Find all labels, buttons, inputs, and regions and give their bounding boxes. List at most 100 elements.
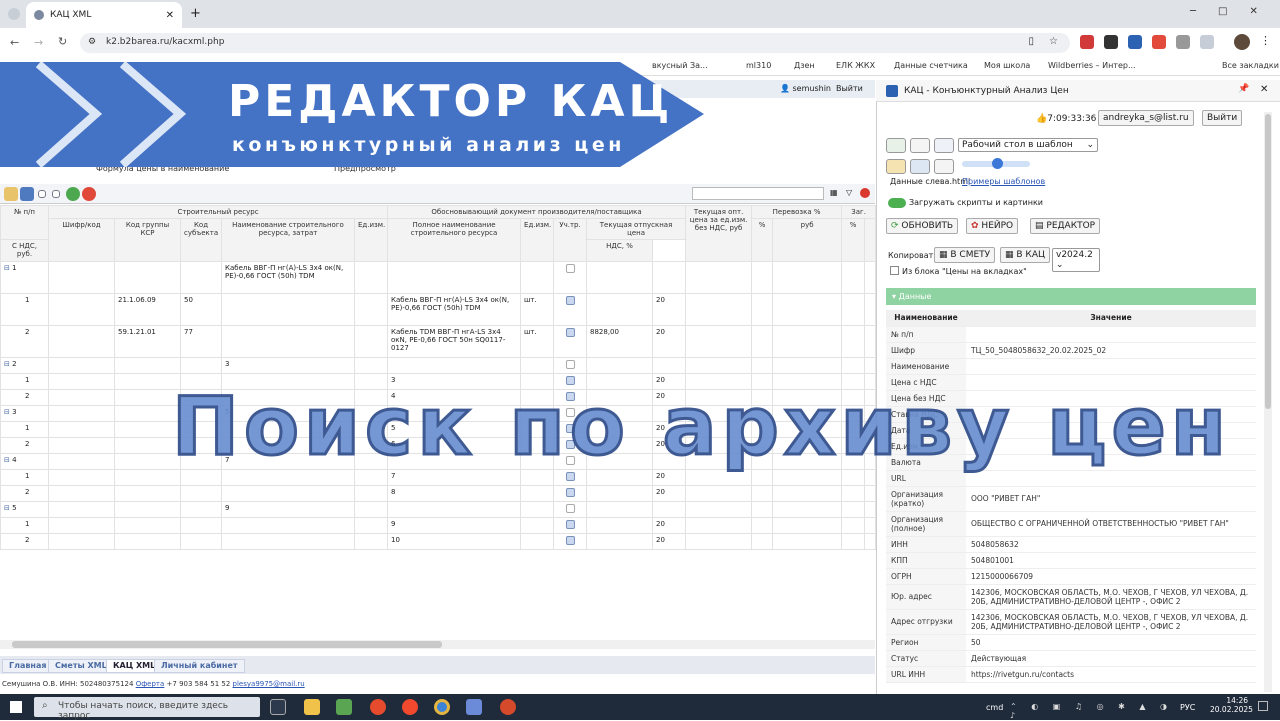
cell-num[interactable]: 1 — [0, 517, 49, 534]
cell-full-name[interactable]: 10 — [387, 533, 522, 550]
cell-code[interactable] — [48, 261, 115, 294]
cell-num[interactable]: 2 — [0, 485, 49, 502]
tab-smety-xml[interactable]: Сметы XML — [48, 659, 114, 673]
grid-filter-icons[interactable]: ▦ ▽ — [830, 188, 872, 200]
cell-code[interactable] — [48, 517, 115, 534]
cell-uch[interactable] — [553, 325, 588, 358]
group-row[interactable]: ⊟ 2 3 — [0, 357, 877, 374]
cell-num[interactable]: 2 — [0, 437, 49, 454]
cell-ksr[interactable]: 59.1.21.01 — [114, 325, 181, 358]
refresh-icon[interactable] — [66, 187, 80, 201]
load-scripts-toggle[interactable] — [888, 198, 906, 208]
user-link[interactable]: 👤 semushin — [780, 84, 831, 93]
profile-avatar[interactable] — [1234, 34, 1250, 50]
cell-pct[interactable] — [751, 517, 774, 534]
grid-toolbar-icons[interactable] — [4, 187, 96, 201]
copy-to-smeta-button[interactable]: ▦ В СМЕТУ — [934, 247, 996, 263]
cell-ksr[interactable] — [114, 533, 181, 550]
cell-price[interactable] — [586, 517, 654, 534]
cell-code[interactable] — [48, 437, 115, 454]
cell-price[interactable] — [586, 533, 654, 550]
cell-ksr[interactable] — [114, 469, 181, 486]
fullscreen-icon[interactable] — [886, 138, 906, 153]
folder-icon[interactable] — [4, 187, 18, 201]
cell-num[interactable]: 2 — [0, 533, 49, 550]
cell-extra[interactable] — [864, 357, 877, 374]
yandex-icon[interactable] — [402, 699, 418, 715]
cell-uch[interactable] — [553, 517, 588, 534]
clear-filter-icon[interactable] — [860, 188, 870, 198]
window-controls[interactable]: ─□✕ — [1190, 6, 1280, 17]
collapse-row-icon[interactable]: ⊟ — [4, 408, 12, 416]
offer-link[interactable]: Оферта — [136, 680, 165, 688]
cell-code[interactable] — [48, 389, 115, 406]
clipboard-icon[interactable] — [910, 138, 930, 153]
cell-unit[interactable] — [353, 261, 389, 294]
panel-scroll-thumb[interactable] — [1265, 114, 1271, 409]
field-value[interactable]: ОБЩЕСТВО С ОГРАНИЧЕННОЙ ОТВЕТСТВЕННОСТЬЮ… — [966, 511, 1256, 537]
cell-ksr[interactable] — [114, 485, 181, 502]
panel-tool-icons-2[interactable] — [886, 159, 958, 175]
puzzle-icon[interactable] — [1176, 35, 1190, 49]
uch-checkbox[interactable] — [565, 536, 575, 545]
tray-icons[interactable]: ⌃ ◐ ▣ ♫ ◎ ✱ ▲ ◑ ♪ — [1010, 702, 1180, 720]
cell-doc-unit[interactable] — [520, 485, 555, 502]
extension-icon-2[interactable] — [1104, 35, 1118, 49]
cell-code[interactable] — [48, 421, 115, 438]
cell-num[interactable]: 1 — [0, 469, 49, 486]
yandex-browser-icon[interactable] — [370, 699, 386, 715]
editor-button[interactable]: ▤ РЕДАКТОР — [1030, 218, 1101, 234]
group-row[interactable]: ⊟ 1 Кабель ВВГ-П нг(А)-LS 3х4 ок(N, PE)-0… — [0, 261, 877, 294]
field-value[interactable]: 1215000066709 — [966, 568, 1256, 585]
cell-pct[interactable] — [751, 261, 774, 294]
cell-subject[interactable] — [180, 533, 222, 550]
cell-pct2[interactable] — [841, 357, 866, 374]
menu-icon[interactable]: ⋮ — [1260, 34, 1271, 47]
windows-start-icon[interactable] — [10, 701, 22, 713]
cell-doc-unit[interactable]: шт. — [520, 293, 555, 326]
panel-tool-icons[interactable] — [886, 138, 956, 154]
tab-cabinet[interactable]: Личный кабинет — [154, 659, 245, 673]
cell-doc-unit[interactable] — [520, 357, 555, 374]
cell-code[interactable] — [48, 453, 115, 470]
cell-pct2[interactable] — [841, 501, 866, 518]
cell-subject[interactable] — [180, 501, 222, 518]
account-button[interactable]: andreyka_s@list.ru — [1098, 110, 1194, 126]
cell-extra[interactable] — [864, 517, 877, 534]
reload-icon[interactable]: ↻ — [58, 35, 67, 48]
data-section-header[interactable]: ▾ Данные — [886, 288, 1256, 305]
desktop-icon[interactable] — [934, 138, 954, 153]
cell-unit[interactable] — [353, 357, 389, 374]
cell-price[interactable] — [586, 357, 654, 374]
field-value[interactable] — [966, 358, 1256, 375]
cell-rub[interactable] — [772, 501, 843, 518]
field-value[interactable]: ООО "РИВЕТ ГАН" — [966, 486, 1256, 512]
cell-pct2[interactable] — [841, 261, 866, 294]
task-view-icon[interactable] — [270, 699, 286, 715]
cell-code[interactable] — [48, 501, 115, 518]
cell-extra[interactable] — [864, 325, 877, 358]
uch-checkbox[interactable] — [565, 328, 575, 337]
cell-subject[interactable] — [180, 517, 222, 534]
chrome-icon[interactable] — [434, 699, 450, 715]
cell-num[interactable]: 1 — [0, 293, 49, 326]
notifications-icon[interactable] — [1258, 701, 1268, 711]
cell-doc-unit[interactable] — [520, 517, 555, 534]
cell-res-name[interactable] — [221, 325, 355, 358]
bookmark-item[interactable]: Данные счетчика — [894, 61, 968, 70]
uch-checkbox[interactable] — [565, 264, 575, 273]
cell-ksr[interactable] — [114, 421, 181, 438]
cell-code[interactable] — [48, 357, 115, 374]
taskbar-cmd[interactable]: cmd — [986, 703, 1003, 712]
cell-res-name[interactable] — [221, 485, 355, 502]
cell-pct[interactable] — [751, 293, 774, 326]
cell-uch[interactable] — [553, 501, 588, 518]
uch-checkbox[interactable] — [565, 504, 575, 513]
update-button[interactable]: ⟳ ОБНОВИТЬ — [886, 218, 959, 234]
cell-ksr[interactable] — [114, 453, 181, 470]
clock[interactable]: 14:26 20.02.2025 — [1210, 696, 1253, 714]
collapse-row-icon[interactable]: ⊟ — [4, 504, 12, 512]
grid-search-input[interactable] — [692, 187, 824, 200]
cell-full-name[interactable] — [387, 357, 522, 374]
close-panel-icon[interactable]: ✕ — [1260, 84, 1268, 95]
